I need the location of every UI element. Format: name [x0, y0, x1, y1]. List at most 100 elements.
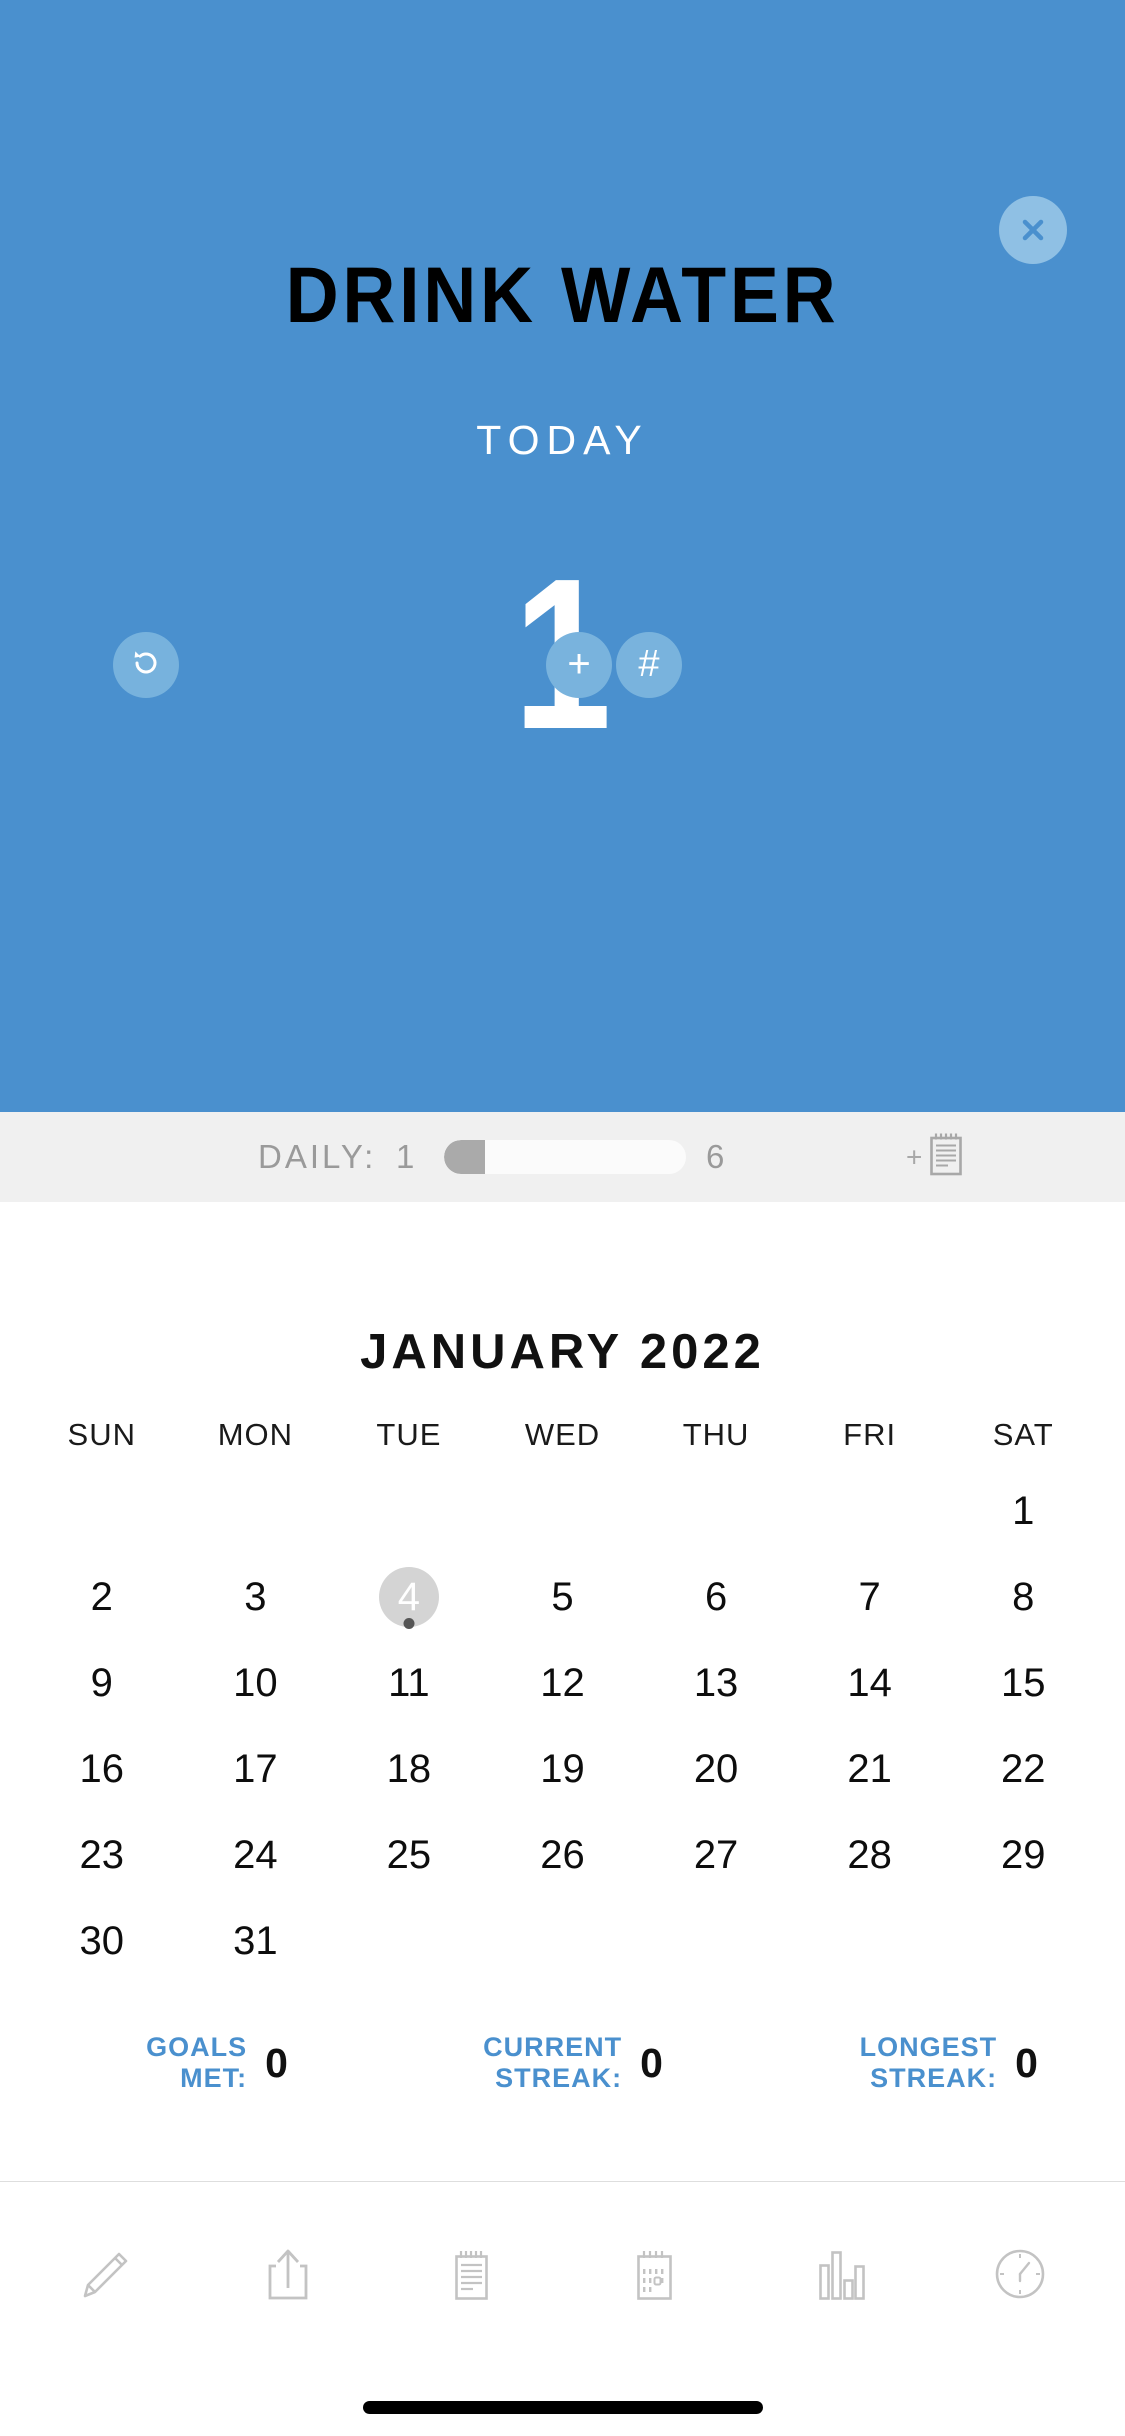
calendar-day-label: 14: [847, 1660, 892, 1705]
share-icon: [254, 2240, 322, 2313]
stat-item: LONGEST STREAK: 0: [750, 2008, 1125, 2118]
calendar-day-label: 11: [388, 1660, 430, 1705]
clock-icon: [986, 2240, 1054, 2313]
hash-icon: #: [638, 643, 660, 685]
increment-button[interactable]: +: [546, 632, 612, 698]
calendar-day[interactable]: 11: [332, 1640, 486, 1726]
calendar-day[interactable]: 28: [793, 1812, 947, 1898]
calendar-day-blank: [25, 1468, 179, 1554]
calendar-day[interactable]: 23: [25, 1812, 179, 1898]
notepad-icon: [926, 1131, 966, 1184]
header-hero: DRINK WATER TODAY 1 + #: [0, 0, 1125, 1112]
calendar-day-dot: [403, 1618, 415, 1629]
calendar-day[interactable]: 13: [639, 1640, 793, 1726]
calendar-day-label: 15: [1000, 1660, 1046, 1705]
page-title: DRINK WATER: [285, 250, 840, 339]
calendar-day[interactable]: 8: [946, 1554, 1100, 1640]
calendar-weekday-wed: WED: [524, 1417, 601, 1452]
toolbar-history[interactable]: [955, 2217, 1085, 2337]
calendar-icon: [620, 2240, 688, 2313]
calendar-day-label: 30: [79, 1918, 125, 1963]
stat-label: CURRENT STREAK:: [483, 2032, 623, 2093]
calendar-day[interactable]: 26: [486, 1812, 640, 1898]
calendar-day-label: 25: [386, 1832, 432, 1877]
calendar-day[interactable]: 1: [946, 1468, 1100, 1554]
stat-item: CURRENT STREAK: 0: [375, 2008, 750, 2118]
calendar-day[interactable]: 16: [25, 1726, 179, 1812]
calendar-day[interactable]: 14: [793, 1640, 947, 1726]
app-screen: DRINK WATER TODAY 1 + # DAILY: [0, 0, 1125, 2436]
calendar-month-title: JANUARY 2022: [360, 1325, 765, 1379]
set-count-button[interactable]: #: [616, 632, 682, 698]
close-icon: [1016, 213, 1050, 247]
calendar-day[interactable]: 18: [332, 1726, 486, 1812]
calendar-day-blank: [179, 1468, 333, 1554]
calendar-section: JANUARY 2022 SUN MON TUE WED THU FRI SAT 1 2 3 4 5 6…: [0, 1202, 1125, 2204]
calendar-day-label: 23: [79, 1832, 125, 1877]
calendar-day-label: 13: [693, 1660, 739, 1705]
calendar-day-label: 26: [540, 1832, 585, 1877]
calendar-day-label: 5: [551, 1574, 574, 1619]
calendar-day-label: 29: [1000, 1832, 1046, 1877]
toolbar-stats[interactable]: [772, 2217, 902, 2337]
calendar-day[interactable]: 12: [486, 1640, 640, 1726]
calendar-day[interactable]: 25: [332, 1812, 486, 1898]
stat-label: GOALS MET:: [146, 2032, 248, 2093]
calendar-day-label: 7: [858, 1574, 881, 1619]
bottom-toolbar: [0, 2181, 1125, 2371]
calendar-day-label: 21: [847, 1746, 892, 1791]
daily-label: DAILY:: [258, 1138, 377, 1175]
stat-label: LONGEST STREAK:: [859, 2032, 998, 2093]
calendar-day-blank: [793, 1468, 947, 1554]
page-subtitle: TODAY: [476, 417, 649, 463]
calendar-day[interactable]: 10: [179, 1640, 333, 1726]
toolbar-edit[interactable]: [40, 2217, 170, 2337]
calendar-day-label: 1: [1012, 1488, 1035, 1533]
calendar-day-label: 4: [378, 1567, 439, 1629]
calendar-day[interactable]: 5: [486, 1554, 640, 1640]
calendar-day[interactable]: 9: [25, 1640, 179, 1726]
calendar-day-blank: [486, 1468, 640, 1554]
plus-small-icon: +: [906, 1141, 923, 1172]
calendar-day-label: 31: [233, 1918, 278, 1963]
calendar-day[interactable]: 27: [639, 1812, 793, 1898]
calendar-day[interactable]: 19: [486, 1726, 640, 1812]
calendar-day-label: 22: [1000, 1746, 1046, 1791]
calendar-day[interactable]: 21: [793, 1726, 947, 1812]
calendar-day[interactable]: 6: [639, 1554, 793, 1640]
calendar-day[interactable]: 20: [639, 1726, 793, 1812]
calendar-day[interactable]: 29: [946, 1812, 1100, 1898]
calendar-day-label: 12: [540, 1660, 585, 1705]
toolbar-notes[interactable]: [406, 2217, 536, 2337]
calendar-day-label: 18: [386, 1746, 432, 1791]
calendar-day[interactable]: 17: [179, 1726, 333, 1812]
calendar-day-label: 17: [233, 1746, 278, 1791]
calendar-weekday-mon: MON: [217, 1417, 294, 1452]
calendar-day[interactable]: 22: [946, 1726, 1100, 1812]
calendar-day-label: 10: [233, 1660, 278, 1705]
calendar-day[interactable]: 2: [25, 1554, 179, 1640]
calendar-weekday-fri: FRI: [843, 1417, 897, 1452]
calendar-day-today[interactable]: 4: [332, 1554, 486, 1640]
calendar-grid: SUN MON TUE WED THU FRI SAT 1 2 3 4 5 6 7 8 9 10 11 12 13 14…: [25, 1402, 1100, 1984]
bar-chart-icon: [803, 2240, 871, 2313]
plus-icon: +: [567, 642, 591, 686]
calendar-day[interactable]: 7: [793, 1554, 947, 1640]
pencil-icon: [71, 2240, 139, 2313]
close-button[interactable]: [999, 196, 1067, 264]
calendar-day-label: 16: [79, 1746, 125, 1791]
calendar-day[interactable]: 15: [946, 1640, 1100, 1726]
calendar-weekday-sun: SUN: [67, 1417, 136, 1452]
daily-current-value: 1: [396, 1138, 415, 1175]
calendar-day[interactable]: 24: [179, 1812, 333, 1898]
calendar-day[interactable]: 30: [25, 1898, 179, 1984]
add-note-button[interactable]: +: [906, 1131, 966, 1184]
calendar-weekday-tue: TUE: [376, 1417, 442, 1452]
toolbar-share[interactable]: [223, 2217, 353, 2337]
daily-progress-bar[interactable]: [444, 1140, 686, 1174]
toolbar-calendar[interactable]: [589, 2217, 719, 2337]
calendar-day[interactable]: 31: [179, 1898, 333, 1984]
calendar-day-blank: [332, 1468, 486, 1554]
calendar-day[interactable]: 3: [179, 1554, 333, 1640]
stats-row: GOALS MET: 0 CURRENT STREAK: 0 LONGEST STREA…: [0, 2008, 1125, 2118]
